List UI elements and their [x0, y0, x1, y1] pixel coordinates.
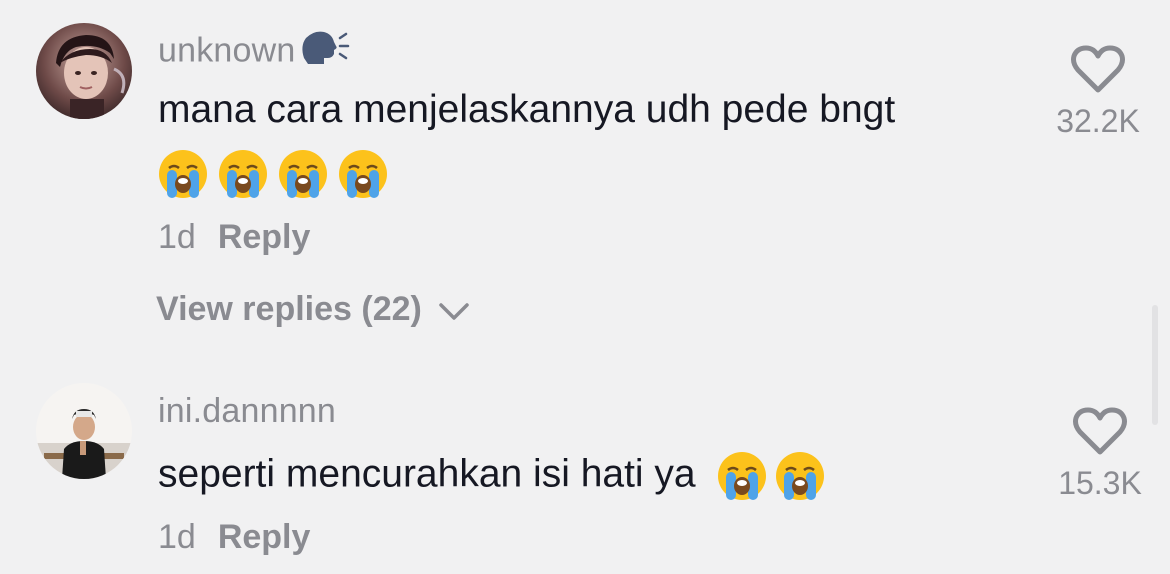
heart-icon — [1071, 45, 1125, 93]
comment-item: unknown mana cara menjelaskannya udh ped… — [0, 0, 1170, 350]
reply-button[interactable]: Reply — [218, 518, 311, 556]
comments-panel: unknown mana cara menjelaskannya udh ped… — [0, 0, 1170, 574]
loudly-crying-face-icon — [339, 150, 387, 198]
comment-text: mana cara menjelaskannya udh pede bngt — [158, 88, 896, 131]
comment-meta: 1d Reply — [158, 218, 310, 257]
speaking-head-icon — [298, 28, 350, 77]
like-count: 32.2K — [1056, 103, 1140, 139]
comment-time: 1d — [158, 518, 196, 556]
loudly-crying-face-icon — [219, 150, 267, 198]
loudly-crying-face-icon — [279, 150, 327, 198]
loudly-crying-face-icon — [718, 452, 767, 500]
view-replies-button[interactable]: View replies (22) — [156, 290, 471, 329]
like-button[interactable]: 15.3K — [1040, 406, 1160, 502]
loudly-crying-face-icon — [159, 150, 207, 198]
comment-item: ini.dannnnn seperti mencurahkan isi hati… — [0, 350, 1170, 574]
username-text[interactable]: unknown — [158, 31, 296, 69]
avatar[interactable] — [36, 383, 132, 479]
view-replies-label: View replies (22) — [156, 290, 422, 328]
comment-username[interactable]: ini.dannnnn — [158, 392, 336, 431]
heart-icon — [1073, 407, 1127, 455]
comment-username[interactable]: unknown — [158, 28, 350, 77]
chevron-down-icon — [439, 303, 470, 320]
comment-time: 1d — [158, 218, 196, 256]
like-button[interactable]: 32.2K — [1038, 44, 1158, 140]
like-count: 15.3K — [1058, 465, 1142, 501]
reply-button[interactable]: Reply — [218, 218, 311, 256]
comment-text: seperti mencurahkan isi hati ya — [158, 450, 826, 502]
comment-text-content: seperti mencurahkan isi hati ya — [158, 452, 696, 496]
comment-meta: 1d Reply — [158, 518, 310, 557]
emoji-row — [157, 148, 389, 200]
avatar[interactable] — [36, 23, 132, 119]
loudly-crying-face-icon — [776, 452, 825, 500]
